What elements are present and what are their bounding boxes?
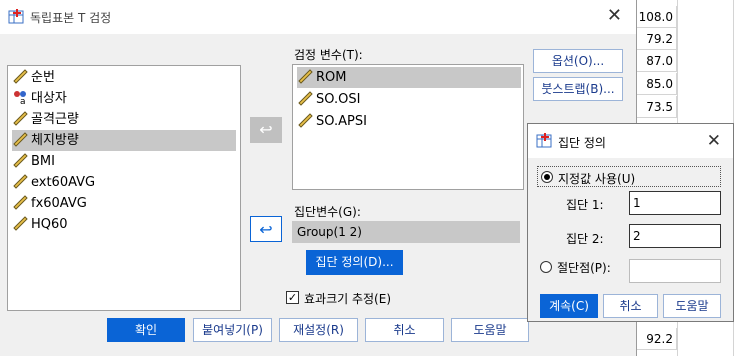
ruler-icon: [298, 91, 313, 106]
arrow-left-icon: ↩: [259, 220, 273, 239]
cut-point-radio[interactable]: [540, 261, 552, 273]
variable-label: 대상자: [31, 91, 67, 106]
paste-button[interactable]: 붙여넣기(P): [193, 318, 272, 342]
use-values-radio[interactable]: [541, 171, 553, 183]
variable-label: ROM: [316, 70, 347, 85]
variable-label: ext60AVG: [31, 175, 96, 190]
continue-button[interactable]: 계속(C): [540, 294, 598, 318]
group1-label: 집단 1:: [566, 198, 604, 212]
sheet-cell[interactable]: 73.5: [637, 96, 677, 118]
effect-size-checkbox[interactable]: ✓: [286, 291, 299, 304]
svg-text:a: a: [20, 97, 26, 105]
define-groups-titlebar: 집단 정의 ✕: [528, 124, 733, 158]
move-grouping-var-button[interactable]: ↩: [250, 216, 282, 242]
variable-label: 골격근량: [31, 112, 79, 127]
ruler-icon: [13, 111, 28, 126]
group2-label: 집단 2:: [566, 232, 604, 246]
ok-button[interactable]: 확인: [107, 318, 185, 342]
bootstrap-button[interactable]: 붓스트랩(B)...: [533, 77, 623, 101]
sheet-cell[interactable]: 92.2: [637, 328, 677, 350]
variable-label: HQ60: [31, 217, 68, 232]
list-item[interactable]: HQ60: [12, 214, 68, 235]
variable-label: SO.APSI: [316, 114, 367, 129]
test-vars-list[interactable]: ROM SO.OSI SO.APSI: [292, 64, 524, 190]
use-values-label: 지정값 사용(U): [558, 172, 636, 186]
list-item[interactable]: ext60AVG: [12, 172, 95, 193]
list-item[interactable]: BMI: [12, 151, 55, 172]
cancel-button[interactable]: 취소: [603, 294, 658, 318]
ruler-icon: [13, 216, 28, 231]
grouping-var-field[interactable]: Group(1 2): [292, 221, 520, 243]
options-button[interactable]: 옵션(O)...: [533, 49, 623, 73]
ruler-icon: [13, 174, 28, 189]
sheet-cell[interactable]: 85.0: [637, 73, 677, 95]
group2-field[interactable]: 2: [629, 224, 721, 248]
grouping-var-label: 집단변수(G):: [294, 205, 361, 219]
define-groups-dialog: 집단 정의 ✕ 지정값 사용(U) 집단 1: 1 집단 2: 2 절단점(P)…: [527, 123, 734, 322]
cut-point-label: 절단점(P):: [557, 261, 611, 275]
check-icon: ✓: [287, 291, 298, 304]
app-icon: [536, 133, 552, 148]
arrow-left-icon: ↩: [259, 120, 273, 139]
reset-button[interactable]: 재설정(R): [279, 318, 358, 342]
variable-label: 체지방량: [31, 133, 79, 148]
list-item[interactable]: SO.APSI: [297, 111, 367, 132]
ruler-icon: [13, 132, 28, 147]
help-button[interactable]: 도움말: [451, 318, 529, 342]
sheet-cell[interactable]: 108.0: [637, 6, 677, 28]
variable-label: fx60AVG: [31, 196, 87, 211]
variable-label: SO.OSI: [316, 92, 361, 107]
cut-point-field[interactable]: [629, 259, 721, 283]
list-item[interactable]: fx60AVG: [12, 193, 87, 214]
list-item[interactable]: 골격근량: [12, 109, 79, 130]
app-icon: [8, 9, 24, 24]
move-to-test-vars-button[interactable]: ↩: [250, 117, 282, 143]
test-vars-label: 검정 변수(T):: [294, 48, 363, 62]
sheet-cell[interactable]: 87.0: [637, 50, 677, 72]
effect-size-label: 효과크기 추정(E): [304, 292, 392, 306]
ruler-icon: [13, 153, 28, 168]
variable-list[interactable]: 순번 a 대상자 골격근량 체지방량 BMI ext60AVG fx60AVG H…: [7, 65, 241, 311]
define-groups-button[interactable]: 집단 정의(D)...: [306, 250, 403, 275]
dialog-titlebar: 독립표본 T 검정 ✕: [0, 0, 636, 34]
help-button[interactable]: 도움말: [663, 294, 721, 318]
close-icon[interactable]: ✕: [707, 131, 721, 151]
cancel-button[interactable]: 취소: [365, 318, 444, 342]
ruler-icon: [298, 69, 313, 84]
ruler-icon: [13, 69, 28, 84]
close-icon[interactable]: ✕: [607, 6, 622, 26]
sheet-cell[interactable]: 79.2: [637, 28, 677, 50]
variable-label: BMI: [31, 154, 55, 169]
list-item[interactable]: a 대상자: [12, 88, 67, 109]
nominal-a-icon: a: [14, 91, 26, 105]
variable-label: 순번: [31, 70, 55, 85]
list-item-selected[interactable]: 체지방량: [12, 130, 236, 151]
list-item[interactable]: 순번: [12, 67, 55, 88]
dialog-title: 독립표본 T 검정: [30, 11, 112, 25]
list-item[interactable]: SO.OSI: [297, 89, 360, 110]
group1-field[interactable]: 1: [629, 191, 721, 215]
ruler-icon: [298, 113, 313, 128]
define-groups-title: 집단 정의: [558, 136, 606, 150]
ruler-icon: [13, 195, 28, 210]
list-item-selected[interactable]: ROM: [297, 67, 521, 88]
use-values-option[interactable]: 지정값 사용(U): [537, 166, 721, 187]
